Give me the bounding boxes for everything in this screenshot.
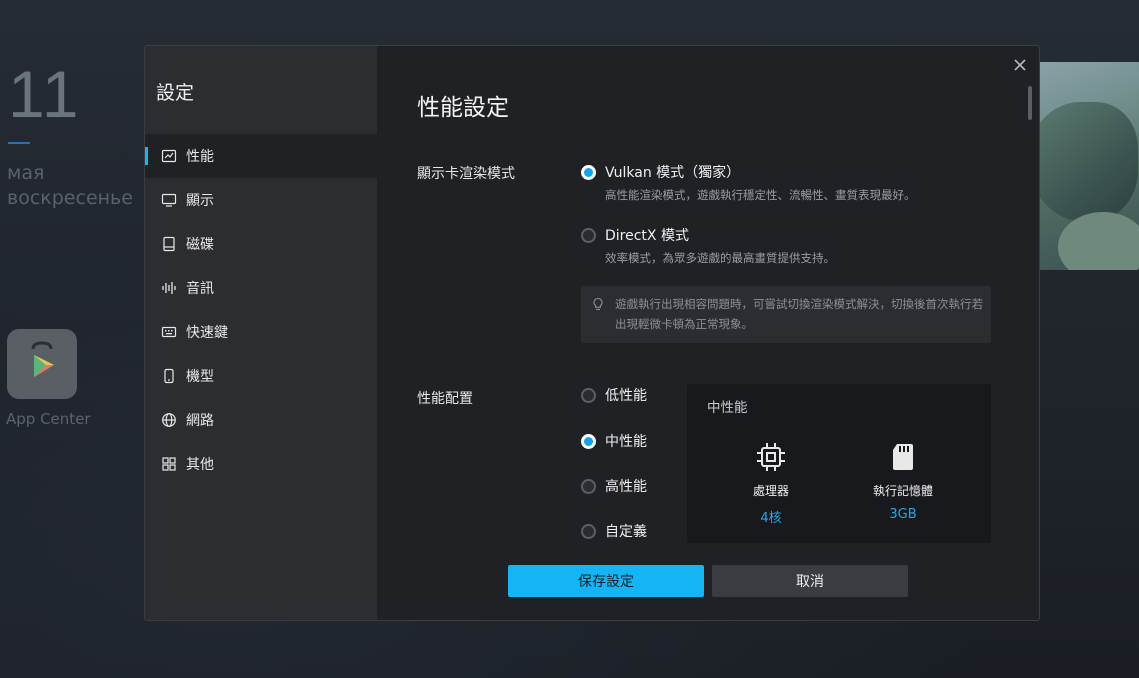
perf-config-label: 性能配置	[417, 391, 473, 407]
settings-sidebar: 設定 性能 顯示 磁碟 音訊 快速鍵 機型 網路 其他	[145, 46, 377, 620]
radio-custom-label: 自定義	[605, 524, 647, 540]
radio-directx-desc: 效率模式，為眾多遊戲的最高畫質提供支持。	[605, 251, 835, 265]
nav-item-network[interactable]: 網路	[145, 398, 377, 442]
close-button[interactable]	[1011, 56, 1029, 74]
nav-item-label: 網路	[186, 413, 214, 429]
memory-card-icon	[893, 444, 913, 470]
settings-dialog: 設定 性能 顯示 磁碟 音訊 快速鍵 機型 網路 其他 性能設定 顯示卡渲染模式…	[144, 45, 1040, 621]
radio-button-unchecked[interactable]	[581, 227, 596, 243]
desktop-clock: 11	[8, 57, 81, 131]
play-store-bag-icon	[31, 341, 54, 377]
radio-high-label: 高性能	[605, 479, 647, 495]
nav-item-other[interactable]: 其他	[145, 442, 377, 486]
settings-content: 性能設定 顯示卡渲染模式 Vulkan 模式（獨家） 高性能渲染模式，遊戲執行穩…	[377, 46, 1039, 620]
app-center-icon[interactable]	[7, 329, 77, 399]
render-hint-text: 遊戲執行出現相容問題時，可嘗試切換渲染模式解決，切換後首次執行若出現輕微卡頓為正…	[615, 297, 983, 331]
radio-button-checked[interactable]	[581, 433, 596, 449]
radio-vulkan[interactable]: Vulkan 模式（獨家）	[581, 162, 740, 182]
ram-spec: 執行記憶體 3GB	[843, 440, 963, 522]
render-hint-box: 遊戲執行出現相容問題時，可嘗試切換渲染模式解決，切換後首次執行若出現輕微卡頓為正…	[581, 286, 991, 343]
cpu-spec-value: 4核	[760, 511, 782, 526]
app-center-label[interactable]: App Center	[6, 410, 91, 428]
radio-button-unchecked[interactable]	[581, 523, 596, 539]
grid-icon	[161, 456, 177, 472]
nav-item-label: 其他	[186, 457, 214, 473]
cancel-button[interactable]: 取消	[712, 565, 908, 597]
cpu-spec: 處理器 4核	[711, 440, 831, 526]
sidebar-title: 設定	[156, 82, 195, 104]
radio-directx[interactable]: DirectX 模式	[581, 225, 689, 245]
keyboard-icon	[161, 324, 177, 340]
nav-item-shortcuts[interactable]: 快速鍵	[145, 310, 377, 354]
radio-low-performance[interactable]: 低性能	[581, 385, 647, 405]
radio-vulkan-label: Vulkan 模式（獨家）	[605, 165, 741, 181]
radio-button-unchecked[interactable]	[581, 478, 596, 494]
performance-chart-icon	[161, 148, 177, 164]
render-mode-label: 顯示卡渲染模式	[417, 166, 515, 182]
perf-card-title: 中性能	[707, 400, 748, 416]
radio-button-checked[interactable]	[581, 164, 596, 180]
nav-item-label: 顯示	[186, 193, 214, 209]
desktop-date-month: мая	[7, 162, 45, 184]
nav-item-label: 音訊	[186, 281, 214, 297]
ram-spec-name: 執行記憶體	[872, 484, 933, 498]
radio-mid-performance[interactable]: 中性能	[581, 431, 647, 451]
lightbulb-icon	[593, 297, 603, 311]
clock-underline	[8, 142, 30, 144]
nav-item-device-model[interactable]: 機型	[145, 354, 377, 398]
nav-item-label: 機型	[186, 369, 214, 385]
phone-icon	[161, 368, 177, 384]
ram-spec-value: 3GB	[889, 507, 917, 522]
disk-icon	[161, 236, 177, 252]
close-icon	[1014, 59, 1026, 71]
radio-vulkan-desc: 高性能渲染模式，遊戲執行穩定性、流暢性、畫質表現最好。	[605, 188, 916, 202]
nav-item-performance[interactable]: 性能	[145, 134, 377, 178]
perf-summary-card: 中性能 處理器 4核 執行記憶體 3GB	[687, 384, 991, 543]
wallpaper-image	[1038, 62, 1139, 270]
wallpaper-hill	[1058, 212, 1139, 270]
radio-high-performance[interactable]: 高性能	[581, 476, 647, 496]
globe-icon	[161, 412, 177, 428]
nav-item-label: 磁碟	[186, 237, 214, 253]
radio-low-label: 低性能	[605, 388, 647, 404]
audio-wave-icon	[161, 280, 177, 296]
nav-item-label: 快速鍵	[186, 325, 228, 341]
monitor-icon	[161, 192, 177, 208]
radio-custom-performance[interactable]: 自定義	[581, 521, 647, 541]
desktop-date-day: воскресенье	[7, 187, 133, 209]
radio-directx-label: DirectX 模式	[605, 228, 689, 244]
cpu-spec-name: 處理器	[752, 484, 789, 498]
cpu-chip-icon	[757, 443, 785, 471]
nav-item-disk[interactable]: 磁碟	[145, 222, 377, 266]
nav-item-label: 性能	[186, 149, 214, 165]
settings-nav: 性能 顯示 磁碟 音訊 快速鍵 機型 網路 其他	[145, 134, 377, 486]
page-title: 性能設定	[417, 95, 509, 121]
radio-button-unchecked[interactable]	[581, 387, 596, 403]
wallpaper-rock	[1038, 102, 1138, 222]
save-settings-button[interactable]: 保存設定	[508, 565, 704, 597]
radio-mid-label: 中性能	[605, 434, 647, 450]
nav-item-audio[interactable]: 音訊	[145, 266, 377, 310]
nav-item-display[interactable]: 顯示	[145, 178, 377, 222]
scrollbar-thumb[interactable]	[1028, 86, 1032, 120]
